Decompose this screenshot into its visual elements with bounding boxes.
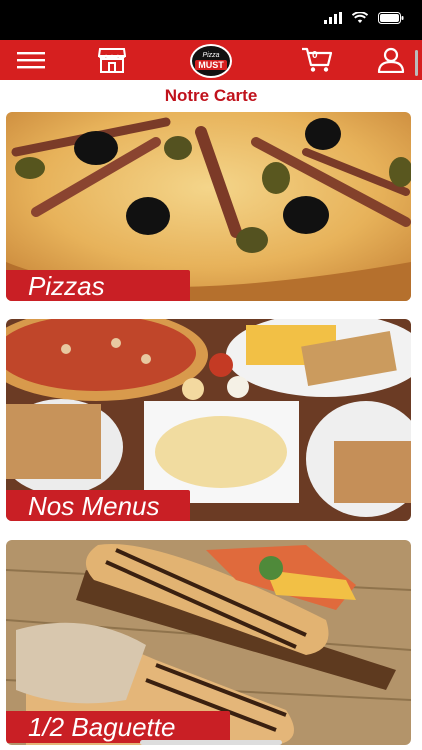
brand-logo[interactable]: Pizza MUST xyxy=(190,44,232,78)
logo-top-text: Pizza xyxy=(202,52,220,59)
account-button[interactable] xyxy=(374,40,408,80)
scrollbar[interactable] xyxy=(415,50,418,76)
hamburger-menu-icon xyxy=(17,52,45,69)
category-label-pizzas: Pizzas xyxy=(6,270,190,301)
user-icon xyxy=(377,47,405,73)
store-button[interactable] xyxy=(96,40,128,80)
status-bar xyxy=(0,0,422,40)
battery-icon xyxy=(378,12,404,24)
category-label-menus: Nos Menus xyxy=(6,490,190,521)
logo-bottom-text: MUST xyxy=(195,60,227,70)
category-card-pizzas[interactable]: Pizzas xyxy=(6,112,411,301)
wifi-icon xyxy=(352,12,368,23)
status-icons xyxy=(324,12,404,24)
category-card-baguette[interactable]: 1/2 Baguette xyxy=(6,540,411,745)
signal-icon xyxy=(324,12,342,24)
menu-button[interactable] xyxy=(14,40,48,80)
cart-count: 0 xyxy=(312,50,318,61)
store-icon xyxy=(98,48,126,73)
home-indicator xyxy=(140,740,282,745)
category-card-menus[interactable]: Nos Menus xyxy=(6,319,411,521)
page-title: Notre Carte xyxy=(164,86,258,105)
category-label-baguette: 1/2 Baguette xyxy=(6,711,230,743)
